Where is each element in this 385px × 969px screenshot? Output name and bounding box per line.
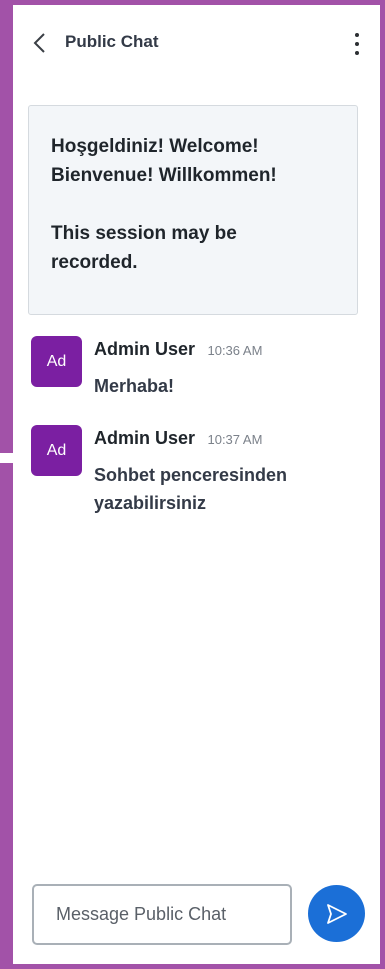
welcome-line: recorded. <box>51 252 138 273</box>
send-button[interactable] <box>308 885 365 942</box>
message-time: 10:37 AM <box>207 432 263 447</box>
message-input[interactable]: Message Public Chat <box>32 884 292 945</box>
page-title: Public Chat <box>65 32 159 51</box>
message-time: 10:36 AM <box>207 343 263 358</box>
avatar: Ad <box>31 336 82 387</box>
message-author: Admin User <box>94 428 196 448</box>
avatar: Ad <box>31 425 82 476</box>
back-button[interactable] <box>31 31 49 55</box>
welcome-line: Hoşgeldiniz! Welcome! <box>51 136 259 157</box>
message-text: Merhaba! <box>94 376 175 396</box>
chat-header: Public Chat <box>13 18 373 68</box>
resize-notch <box>0 453 13 463</box>
chevron-left-icon <box>33 33 45 53</box>
welcome-message: Hoşgeldiniz! Welcome! Bienvenue! Willkom… <box>28 105 358 315</box>
welcome-line: Bienvenue! Willkommen! <box>51 165 277 186</box>
send-icon <box>326 903 347 924</box>
message-author: Admin User <box>94 339 196 359</box>
welcome-line: This session may be <box>51 223 237 244</box>
more-options-button[interactable] <box>349 30 365 58</box>
panel-border <box>0 0 13 969</box>
more-vertical-icon <box>355 33 359 37</box>
message-text: Sohbet penceresinden yazabilirsiniz <box>94 465 288 513</box>
